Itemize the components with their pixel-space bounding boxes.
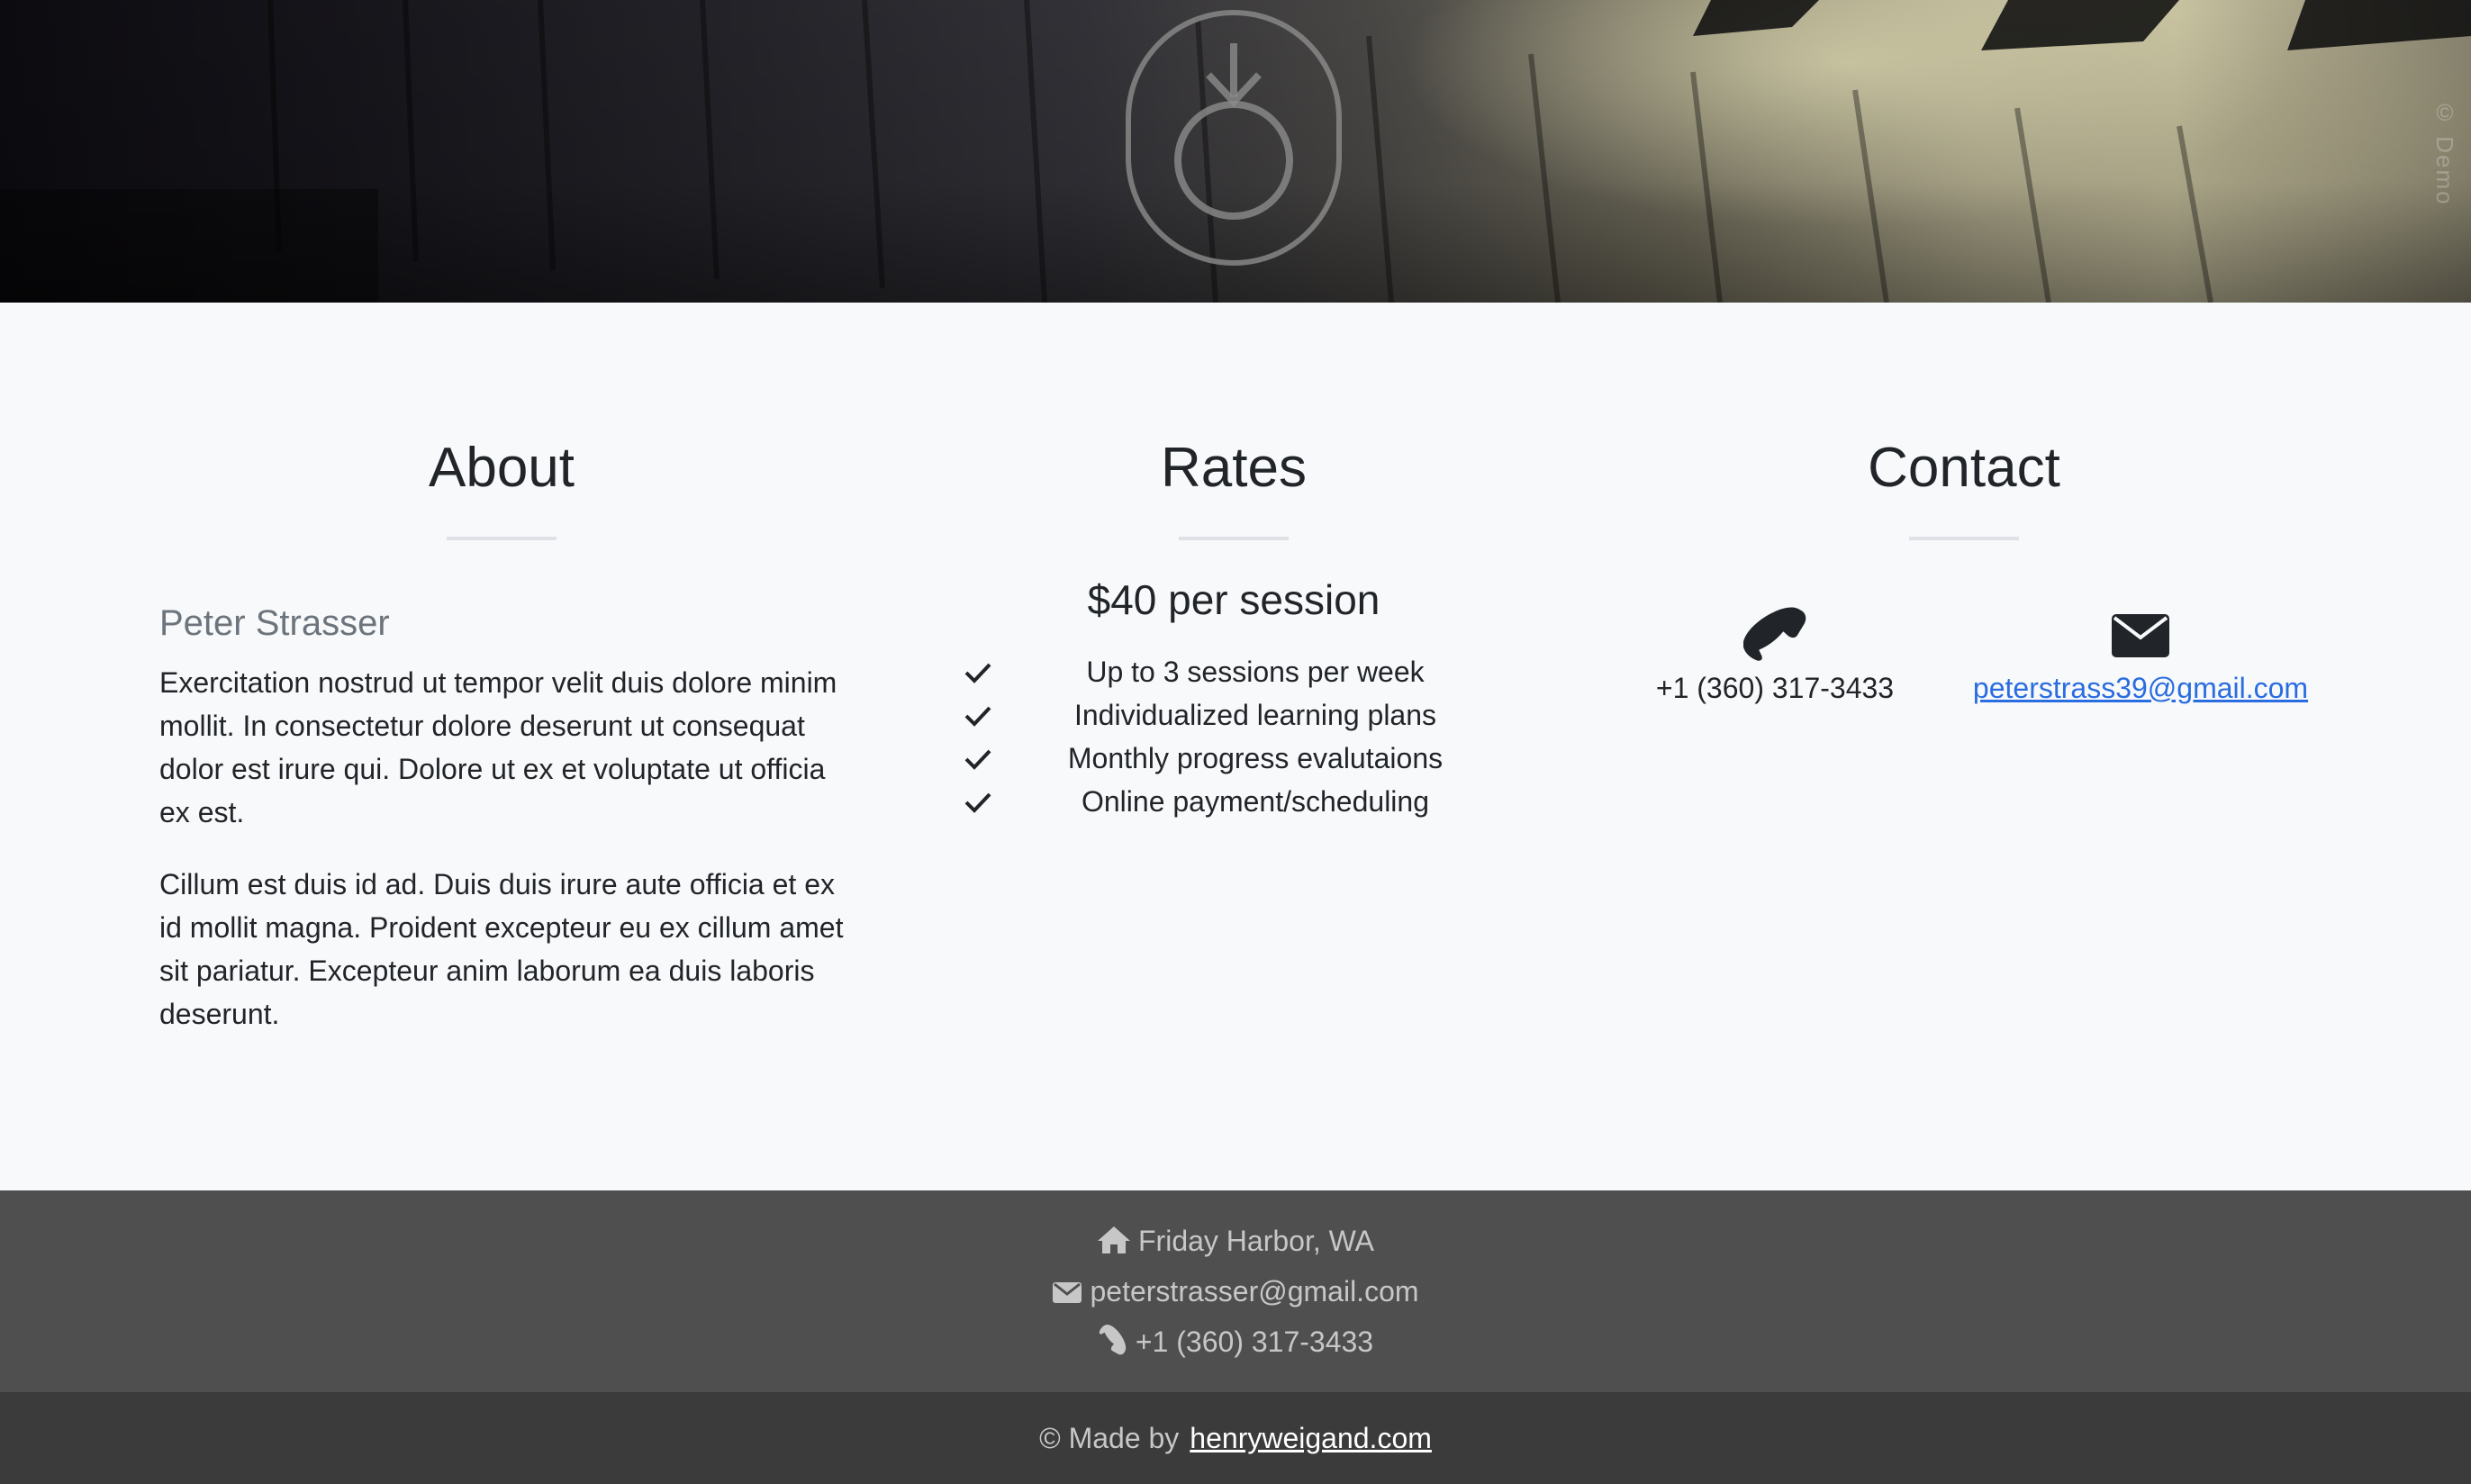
rates-feature-label: Online payment/scheduling	[1081, 785, 1429, 818]
rates-title: Rates	[1161, 437, 1307, 499]
envelope-icon	[1053, 1282, 1082, 1303]
about-paragraph: Exercitation nostrud ut tempor velit dui…	[159, 666, 837, 828]
footer-info: Friday Harbor, WA peterstrasser@gmail.co…	[0, 1190, 2471, 1392]
check-icon	[964, 663, 991, 683]
rates-feature-list: Up to 3 sessions per week Individualized…	[869, 650, 1598, 823]
rates-feature-label: Individualized learning plans	[1073, 699, 1437, 731]
check-icon	[964, 749, 991, 770]
rates-feature-label: Up to 3 sessions per week	[1086, 656, 1425, 688]
about-name: Peter Strasser	[159, 603, 390, 643]
contact-email[interactable]: peterstrass39@gmail.com	[1951, 602, 2330, 706]
contact-title: Contact	[1868, 437, 2060, 499]
check-icon	[964, 792, 991, 813]
about-title: About	[428, 437, 575, 499]
envelope-icon	[2112, 614, 2169, 657]
about-section: About Peter Strasser Exercitation nostru…	[137, 430, 866, 1036]
contact-section: Contact +1 (360) 317-3433 peterstrass39@…	[1599, 430, 2329, 746]
footer-phone: +1 (360) 317-3433	[0, 1324, 2471, 1360]
contact-row: +1 (360) 317-3433 peterstrass39@gmail.co…	[1599, 602, 2329, 746]
about-paragraph: Cillum est duis id ad. Duis duis irure a…	[159, 868, 844, 1030]
made-by-label: © Made by	[1039, 1422, 1180, 1454]
about-divider	[447, 537, 557, 540]
check-icon	[964, 706, 991, 727]
rates-divider	[1179, 537, 1289, 540]
hero-banner: © Demo	[0, 0, 2471, 303]
footer-email-text: peterstrasser@gmail.com	[1090, 1275, 1419, 1308]
rates-price: $40 per session	[1087, 576, 1380, 623]
home-icon	[1098, 1226, 1130, 1253]
contact-phone: +1 (360) 317-3433	[1635, 602, 1914, 706]
list-item: Up to 3 sessions per week	[869, 650, 1598, 693]
phone-icon	[1743, 607, 1806, 661]
list-item: Individualized learning plans	[869, 693, 1598, 737]
contact-divider	[1909, 537, 2019, 540]
phone-icon	[1099, 1325, 1127, 1355]
footer-location-text: Friday Harbor, WA	[1138, 1225, 1374, 1257]
footer-location: Friday Harbor, WA	[0, 1223, 2471, 1259]
list-item: Monthly progress evalutaions	[869, 737, 1598, 780]
footer-credits: © Made by henryweigand.com	[0, 1392, 2471, 1484]
footer-email: peterstrasser@gmail.com	[0, 1273, 2471, 1309]
ring-with-arrow-logo-icon	[1126, 10, 1342, 266]
footer-phone-text: +1 (360) 317-3433	[1135, 1326, 1374, 1358]
rates-section: Rates $40 per session Up to 3 sessions p…	[869, 430, 1598, 823]
contact-phone-number: +1 (360) 317-3433	[1655, 672, 1895, 704]
contact-email-link[interactable]: peterstrass39@gmail.com	[1951, 670, 2330, 706]
rates-feature-label: Monthly progress evalutaions	[1067, 742, 1444, 774]
hero-watermark: © Demo	[2431, 99, 2458, 206]
made-by-link[interactable]: henryweigand.com	[1190, 1422, 1432, 1454]
list-item: Online payment/scheduling	[869, 780, 1598, 823]
